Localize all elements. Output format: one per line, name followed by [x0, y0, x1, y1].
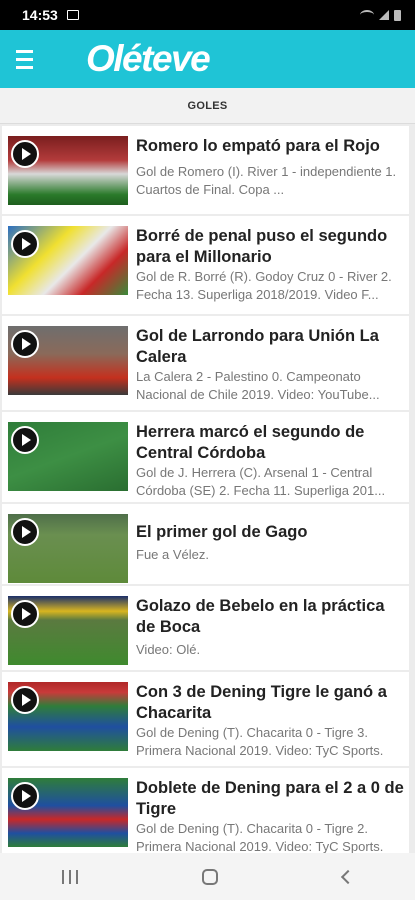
item-description: Gol de Dening (T). Chacarita 0 - Tigre 3… — [136, 725, 384, 758]
play-icon[interactable] — [11, 686, 39, 714]
tab-bar: GOLES — [0, 88, 415, 124]
play-icon[interactable] — [11, 330, 39, 358]
list-item[interactable]: Con 3 de Dening Tigre le ganó a Chacarit… — [2, 672, 409, 766]
system-navigation-bar — [0, 853, 415, 900]
video-thumbnail[interactable] — [8, 226, 128, 295]
item-title[interactable]: Gol de Larrondo para Unión La Calera — [136, 326, 408, 368]
image-notification-icon — [66, 10, 79, 20]
app-bar: Oléteve — [0, 30, 415, 88]
list-item[interactable]: Golazo de Bebelo en la práctica de Boca … — [2, 586, 409, 670]
signal-icon — [379, 10, 389, 20]
play-icon[interactable] — [11, 230, 39, 258]
play-icon[interactable] — [11, 518, 39, 546]
item-title[interactable]: Romero lo empató para el Rojo — [136, 136, 408, 157]
item-title[interactable]: Doblete de Dening para el 2 a 0 de Tigre — [136, 778, 408, 820]
video-thumbnail[interactable] — [8, 326, 128, 395]
item-title[interactable]: Con 3 de Dening Tigre le ganó a Chacarit… — [136, 682, 408, 724]
play-icon[interactable] — [11, 600, 39, 628]
recents-icon[interactable] — [62, 869, 79, 884]
play-icon[interactable] — [11, 782, 39, 810]
video-thumbnail[interactable] — [8, 596, 128, 665]
video-thumbnail[interactable] — [8, 422, 128, 491]
item-title[interactable]: El primer gol de Gago — [136, 522, 408, 543]
item-title[interactable]: Herrera marcó el segundo de Central Córd… — [136, 422, 408, 464]
status-bar: 14:53 — [0, 0, 415, 30]
status-time: 14:53 — [22, 7, 58, 23]
item-title[interactable]: Golazo de Bebelo en la práctica de Boca — [136, 596, 408, 638]
home-icon[interactable] — [202, 868, 219, 885]
list-item[interactable]: Gol de Larrondo para Unión La Calera La … — [2, 316, 409, 410]
wifi-icon — [360, 10, 374, 20]
list-item[interactable]: Borré de penal puso el segundo para el M… — [2, 216, 409, 314]
item-title[interactable]: Borré de penal puso el segundo para el M… — [136, 226, 408, 268]
item-description: Gol de Romero (I). River 1 - independien… — [136, 164, 397, 197]
video-feed[interactable]: Romero lo empató para el Rojo Gol de Rom… — [0, 126, 415, 853]
item-description: La Calera 2 - Palestino 0. Campeonato Na… — [136, 369, 380, 402]
item-description: Gol de J. Herrera (C). Arsenal 1 - Centr… — [136, 465, 386, 498]
battery-icon — [394, 9, 401, 21]
video-thumbnail[interactable] — [8, 514, 128, 583]
item-description: Gol de R. Borré (R). Godoy Cruz 0 - Rive… — [136, 269, 392, 302]
app-logo: Oléteve — [86, 38, 211, 79]
video-thumbnail[interactable] — [8, 682, 128, 751]
video-thumbnail[interactable] — [8, 136, 128, 205]
list-item[interactable]: Herrera marcó el segundo de Central Córd… — [2, 412, 409, 502]
list-item[interactable]: Romero lo empató para el Rojo Gol de Rom… — [2, 126, 409, 214]
back-icon[interactable] — [340, 869, 355, 884]
menu-icon[interactable] — [0, 30, 48, 88]
item-description: Fue a Vélez. — [136, 547, 209, 562]
video-thumbnail[interactable] — [8, 778, 128, 847]
item-description: Video: Olé. — [136, 642, 201, 657]
status-icons — [360, 9, 401, 21]
play-icon[interactable] — [11, 140, 39, 168]
play-icon[interactable] — [11, 426, 39, 454]
tab-goles[interactable]: GOLES — [187, 100, 227, 112]
item-description: Gol de Dening (T). Chacarita 0 - Tigre 2… — [136, 821, 384, 853]
list-item[interactable]: El primer gol de Gago Fue a Vélez. — [2, 504, 409, 584]
list-item[interactable]: Doblete de Dening para el 2 a 0 de Tigre… — [2, 768, 409, 853]
